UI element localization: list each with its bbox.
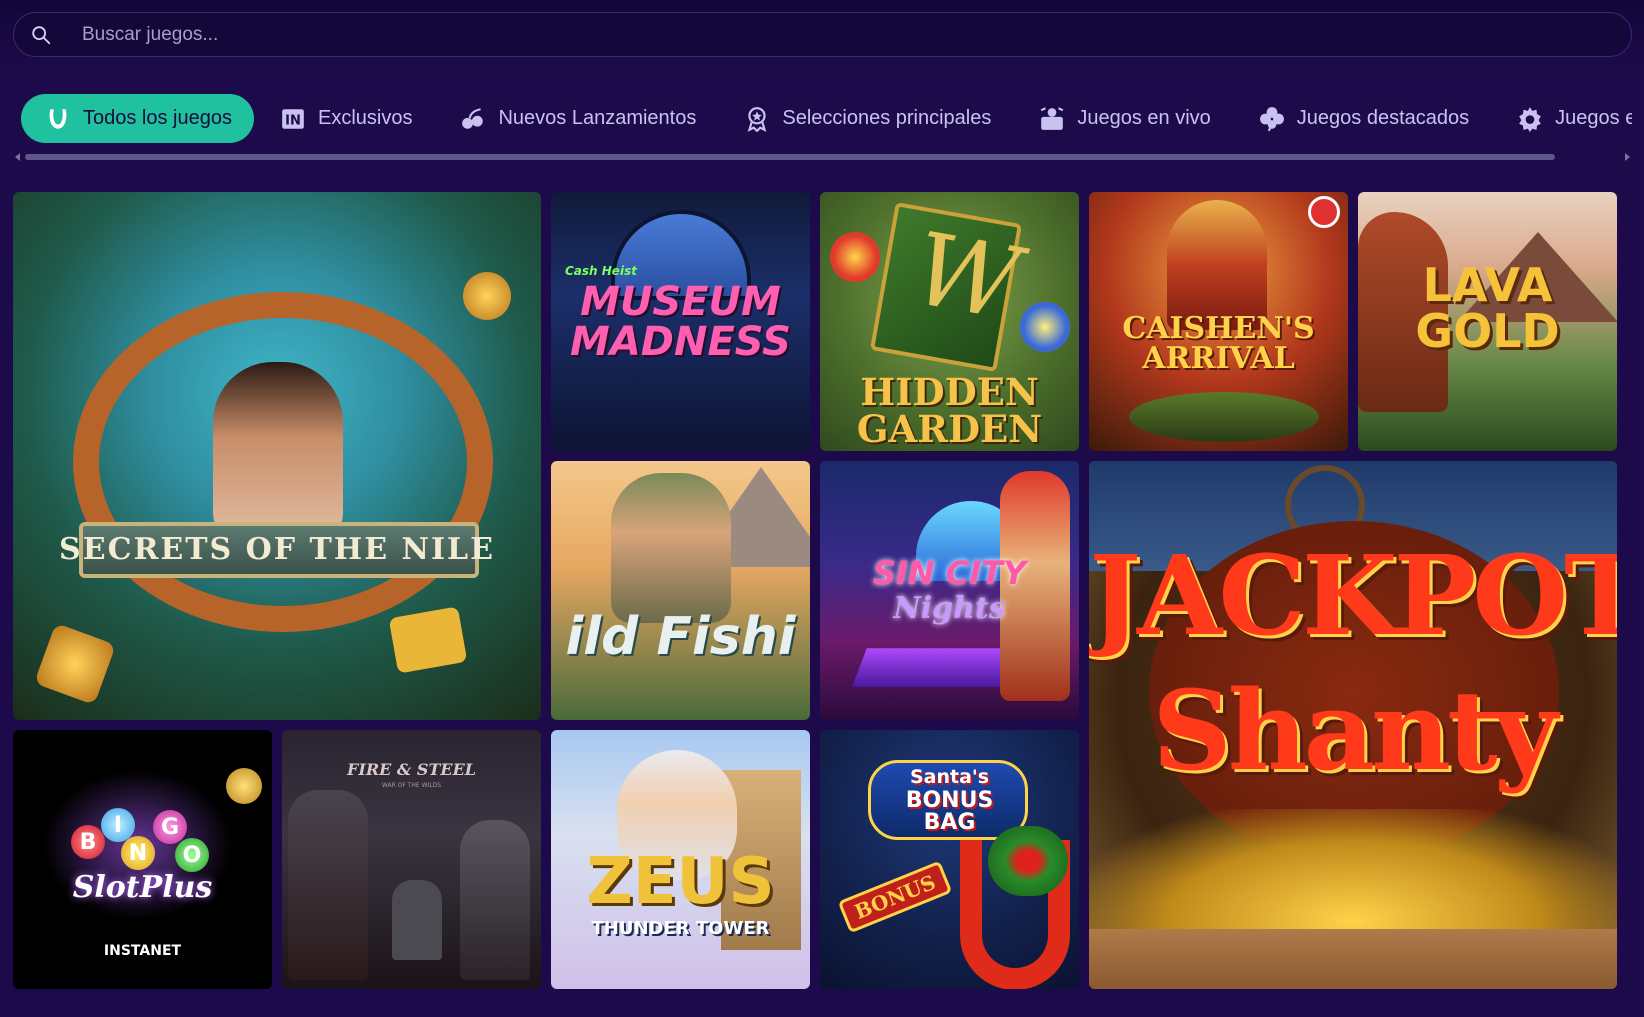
gravestone-art xyxy=(392,880,442,960)
horseshoe-icon xyxy=(45,106,71,132)
live-dealer-icon xyxy=(1039,106,1065,132)
game-tile-bingo-slot-plus[interactable]: B I N G O SlotPlus INSTANET xyxy=(13,730,272,989)
search-bar[interactable] xyxy=(13,12,1632,57)
game-title: Sin City xyxy=(872,554,1027,592)
gold-pile-art xyxy=(1089,809,1617,949)
game-tile-jackpot-shanty[interactable]: Jackpot Shanty xyxy=(1089,461,1617,989)
game-title: Hidden Garden xyxy=(856,370,1043,451)
gold-coin-art xyxy=(463,272,511,320)
tab-label: Juegos destacados xyxy=(1296,107,1470,129)
game-title: Fire & Steel xyxy=(346,760,477,779)
bingo-ball: G xyxy=(153,810,187,844)
award-icon xyxy=(744,106,770,132)
provider-label: INSTANET xyxy=(103,943,182,959)
gold-coin-art xyxy=(33,622,117,706)
book-letter-art: W xyxy=(905,209,1028,344)
scroll-right-arrow-icon[interactable] xyxy=(1625,153,1630,161)
game-tile-sin-city-nights[interactable]: Sin City Nights xyxy=(820,461,1079,720)
flower-art xyxy=(830,232,880,282)
tab-featured-games[interactable]: Juegos destacados xyxy=(1239,94,1491,143)
warrior-art xyxy=(460,820,530,980)
gold-tile-art xyxy=(388,606,468,674)
game-subtitle: Thunder Tower xyxy=(591,918,770,939)
tab-exclusive[interactable]: IN Exclusivos xyxy=(260,94,434,143)
tab-top-picks[interactable]: Selecciones principales xyxy=(724,94,1013,143)
tab-new-releases[interactable]: Nuevos Lanzamientos xyxy=(440,94,718,143)
game-title-second-line: Nights xyxy=(893,591,1006,626)
search-input[interactable] xyxy=(80,22,1631,47)
game-tile-santas-bonus-bag[interactable]: Santa's BONUS BAG BONUS xyxy=(820,730,1079,989)
game-tile-zeus-thunder-tower[interactable]: Zeus Thunder Tower xyxy=(551,730,810,989)
warrior-art xyxy=(288,790,368,980)
game-title-second-line: Shanty xyxy=(1152,666,1557,795)
search-icon xyxy=(32,25,51,44)
clover-icon xyxy=(1259,106,1285,132)
casino-lobby: Todos los juegos IN Exclusivos Nuevos La… xyxy=(0,0,1644,1017)
tab-special-games[interactable]: Juegos espec xyxy=(1497,94,1632,143)
bingo-ball: N xyxy=(121,836,155,870)
game-title: Zeus xyxy=(586,845,775,919)
game-title: Museum Madness xyxy=(570,279,791,365)
cherries-icon xyxy=(460,106,486,132)
provider-badge-icon xyxy=(226,768,262,804)
flower-art xyxy=(1020,302,1070,352)
provider-badge-icon xyxy=(1308,196,1340,228)
game-tile-secrets-of-the-nile[interactable]: Secrets of the Nile xyxy=(13,192,541,720)
game-title: Secrets of the Nile xyxy=(59,532,495,567)
game-tile-lava-gold[interactable]: Lava Gold xyxy=(1358,192,1617,451)
tab-label: Todos los juegos xyxy=(83,107,232,129)
game-tile-wild-fishing[interactable]: ild Fishi xyxy=(551,461,810,720)
holly-art xyxy=(988,826,1068,896)
gear-icon xyxy=(1517,106,1543,132)
tab-label: Nuevos Lanzamientos xyxy=(498,107,697,129)
tab-label: Juegos espec xyxy=(1555,107,1632,129)
svg-text:IN: IN xyxy=(285,113,301,128)
scroll-left-arrow-icon[interactable] xyxy=(15,153,20,161)
exclusive-icon: IN xyxy=(280,106,306,132)
game-title: Santa's xyxy=(909,766,990,788)
fisherman-art xyxy=(611,473,731,623)
game-tile-hidden-garden[interactable]: W Hidden Garden xyxy=(820,192,1079,451)
tab-label: Juegos en vivo xyxy=(1077,107,1211,129)
game-subtitle-line: BAG xyxy=(923,810,976,835)
tabs-scrollbar[interactable] xyxy=(13,153,1632,161)
game-title: ild Fishi xyxy=(565,607,796,667)
bingo-ball: B xyxy=(71,825,105,859)
bingo-ball: O xyxy=(175,838,209,872)
game-title: SlotPlus xyxy=(72,870,213,905)
tab-all-games[interactable]: Todos los juegos xyxy=(21,94,254,143)
game-tile-fire-and-steel[interactable]: Fire & Steel WAR OF THE WILDS xyxy=(282,730,541,989)
turtle-art xyxy=(1129,392,1319,442)
game-tile-museum-madness[interactable]: Cash Heist Museum Madness xyxy=(551,192,810,451)
deck-art xyxy=(1089,929,1617,989)
game-tile-caishens-arrival[interactable]: Caishen's Arrival xyxy=(1089,192,1348,451)
tab-label: Selecciones principales xyxy=(782,107,992,129)
game-title: Lava Gold xyxy=(1415,258,1560,358)
scrollbar-thumb[interactable] xyxy=(25,154,1555,160)
bonus-ribbon: BONUS xyxy=(837,860,953,934)
game-subtitle: Cash Heist xyxy=(565,264,637,278)
tab-live-games[interactable]: Juegos en vivo xyxy=(1019,94,1232,143)
game-title: Caishen's Arrival xyxy=(1122,311,1315,376)
game-title: Jackpot xyxy=(1089,531,1617,660)
game-subtitle: WAR OF THE WILDS xyxy=(381,782,442,789)
category-tabs: Todos los juegos IN Exclusivos Nuevos La… xyxy=(13,93,1632,153)
tab-label: Exclusivos xyxy=(317,107,413,129)
